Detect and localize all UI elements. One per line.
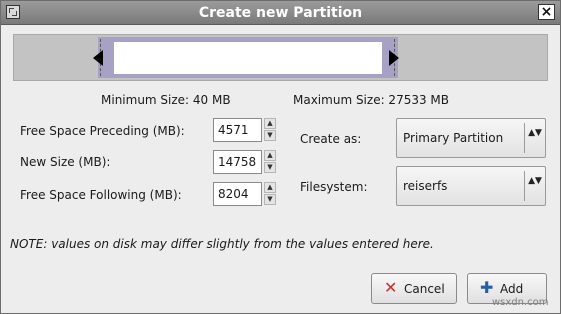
filesystem-select[interactable]: reiserfs ▲▼ bbox=[396, 166, 546, 206]
combo-toggle-icon[interactable]: ▲▼ bbox=[528, 128, 542, 148]
free-space-following-input[interactable]: 8204 bbox=[213, 182, 262, 206]
add-button-label: Add bbox=[500, 282, 524, 296]
cancel-button-label: Cancel bbox=[404, 282, 445, 296]
close-button[interactable]: × bbox=[538, 4, 555, 20]
add-icon: ✚ bbox=[480, 278, 494, 297]
disk-values-note: NOTE: values on disk may differ slightly… bbox=[10, 237, 434, 251]
new-size-spinner[interactable]: 14758 ▲ ▼ bbox=[213, 150, 277, 174]
spin-down-icon[interactable]: ▼ bbox=[264, 130, 276, 141]
partition-usage-area bbox=[114, 42, 382, 74]
combo-separator bbox=[524, 123, 525, 153]
free-space-preceding-input[interactable]: 4571 bbox=[213, 118, 262, 142]
title-bar[interactable]: Create new Partition × bbox=[1, 1, 560, 25]
free-space-preceding-spinner[interactable]: 4571 ▲ ▼ bbox=[213, 118, 277, 142]
spin-down-icon[interactable]: ▼ bbox=[264, 194, 276, 205]
spin-up-icon[interactable]: ▲ bbox=[264, 182, 276, 193]
create-as-label: Create as: bbox=[300, 132, 362, 146]
spin-up-icon[interactable]: ▲ bbox=[264, 118, 276, 129]
create-partition-dialog: Create new Partition × Minimum Size: 40 … bbox=[0, 0, 561, 314]
spin-arrows[interactable]: ▲ ▼ bbox=[264, 118, 276, 142]
create-as-select[interactable]: Primary Partition ▲▼ bbox=[396, 118, 546, 158]
filesystem-label: Filesystem: bbox=[300, 180, 368, 194]
spin-down-icon[interactable]: ▼ bbox=[264, 162, 276, 173]
cancel-icon: ✕ bbox=[384, 278, 398, 297]
watermark: wsxdn.com bbox=[492, 297, 549, 308]
create-as-value: Primary Partition bbox=[403, 131, 504, 145]
left-resize-handle-icon[interactable] bbox=[93, 50, 103, 66]
new-size-input[interactable]: 14758 bbox=[213, 150, 262, 174]
filesystem-value: reiserfs bbox=[403, 179, 448, 193]
combo-separator bbox=[524, 171, 525, 201]
free-space-following-label: Free Space Following (MB): bbox=[20, 188, 182, 202]
spin-arrows[interactable]: ▲ ▼ bbox=[264, 150, 276, 174]
free-space-preceding-label: Free Space Preceding (MB): bbox=[20, 124, 185, 138]
combo-toggle-icon[interactable]: ▲▼ bbox=[528, 176, 542, 196]
dialog-title: Create new Partition bbox=[198, 5, 363, 21]
free-space-following-spinner[interactable]: 8204 ▲ ▼ bbox=[213, 182, 277, 206]
cancel-button[interactable]: ✕ Cancel bbox=[371, 273, 457, 304]
spin-up-icon[interactable]: ▲ bbox=[264, 150, 276, 161]
partition-resizer[interactable] bbox=[13, 34, 548, 81]
spin-arrows[interactable]: ▲ ▼ bbox=[264, 182, 276, 206]
maximum-size-label: Maximum Size: 27533 MB bbox=[293, 93, 450, 107]
minimum-size-label: Minimum Size: 40 MB bbox=[101, 93, 231, 107]
right-resize-handle-icon[interactable] bbox=[389, 50, 399, 66]
new-size-label: New Size (MB): bbox=[20, 155, 111, 169]
